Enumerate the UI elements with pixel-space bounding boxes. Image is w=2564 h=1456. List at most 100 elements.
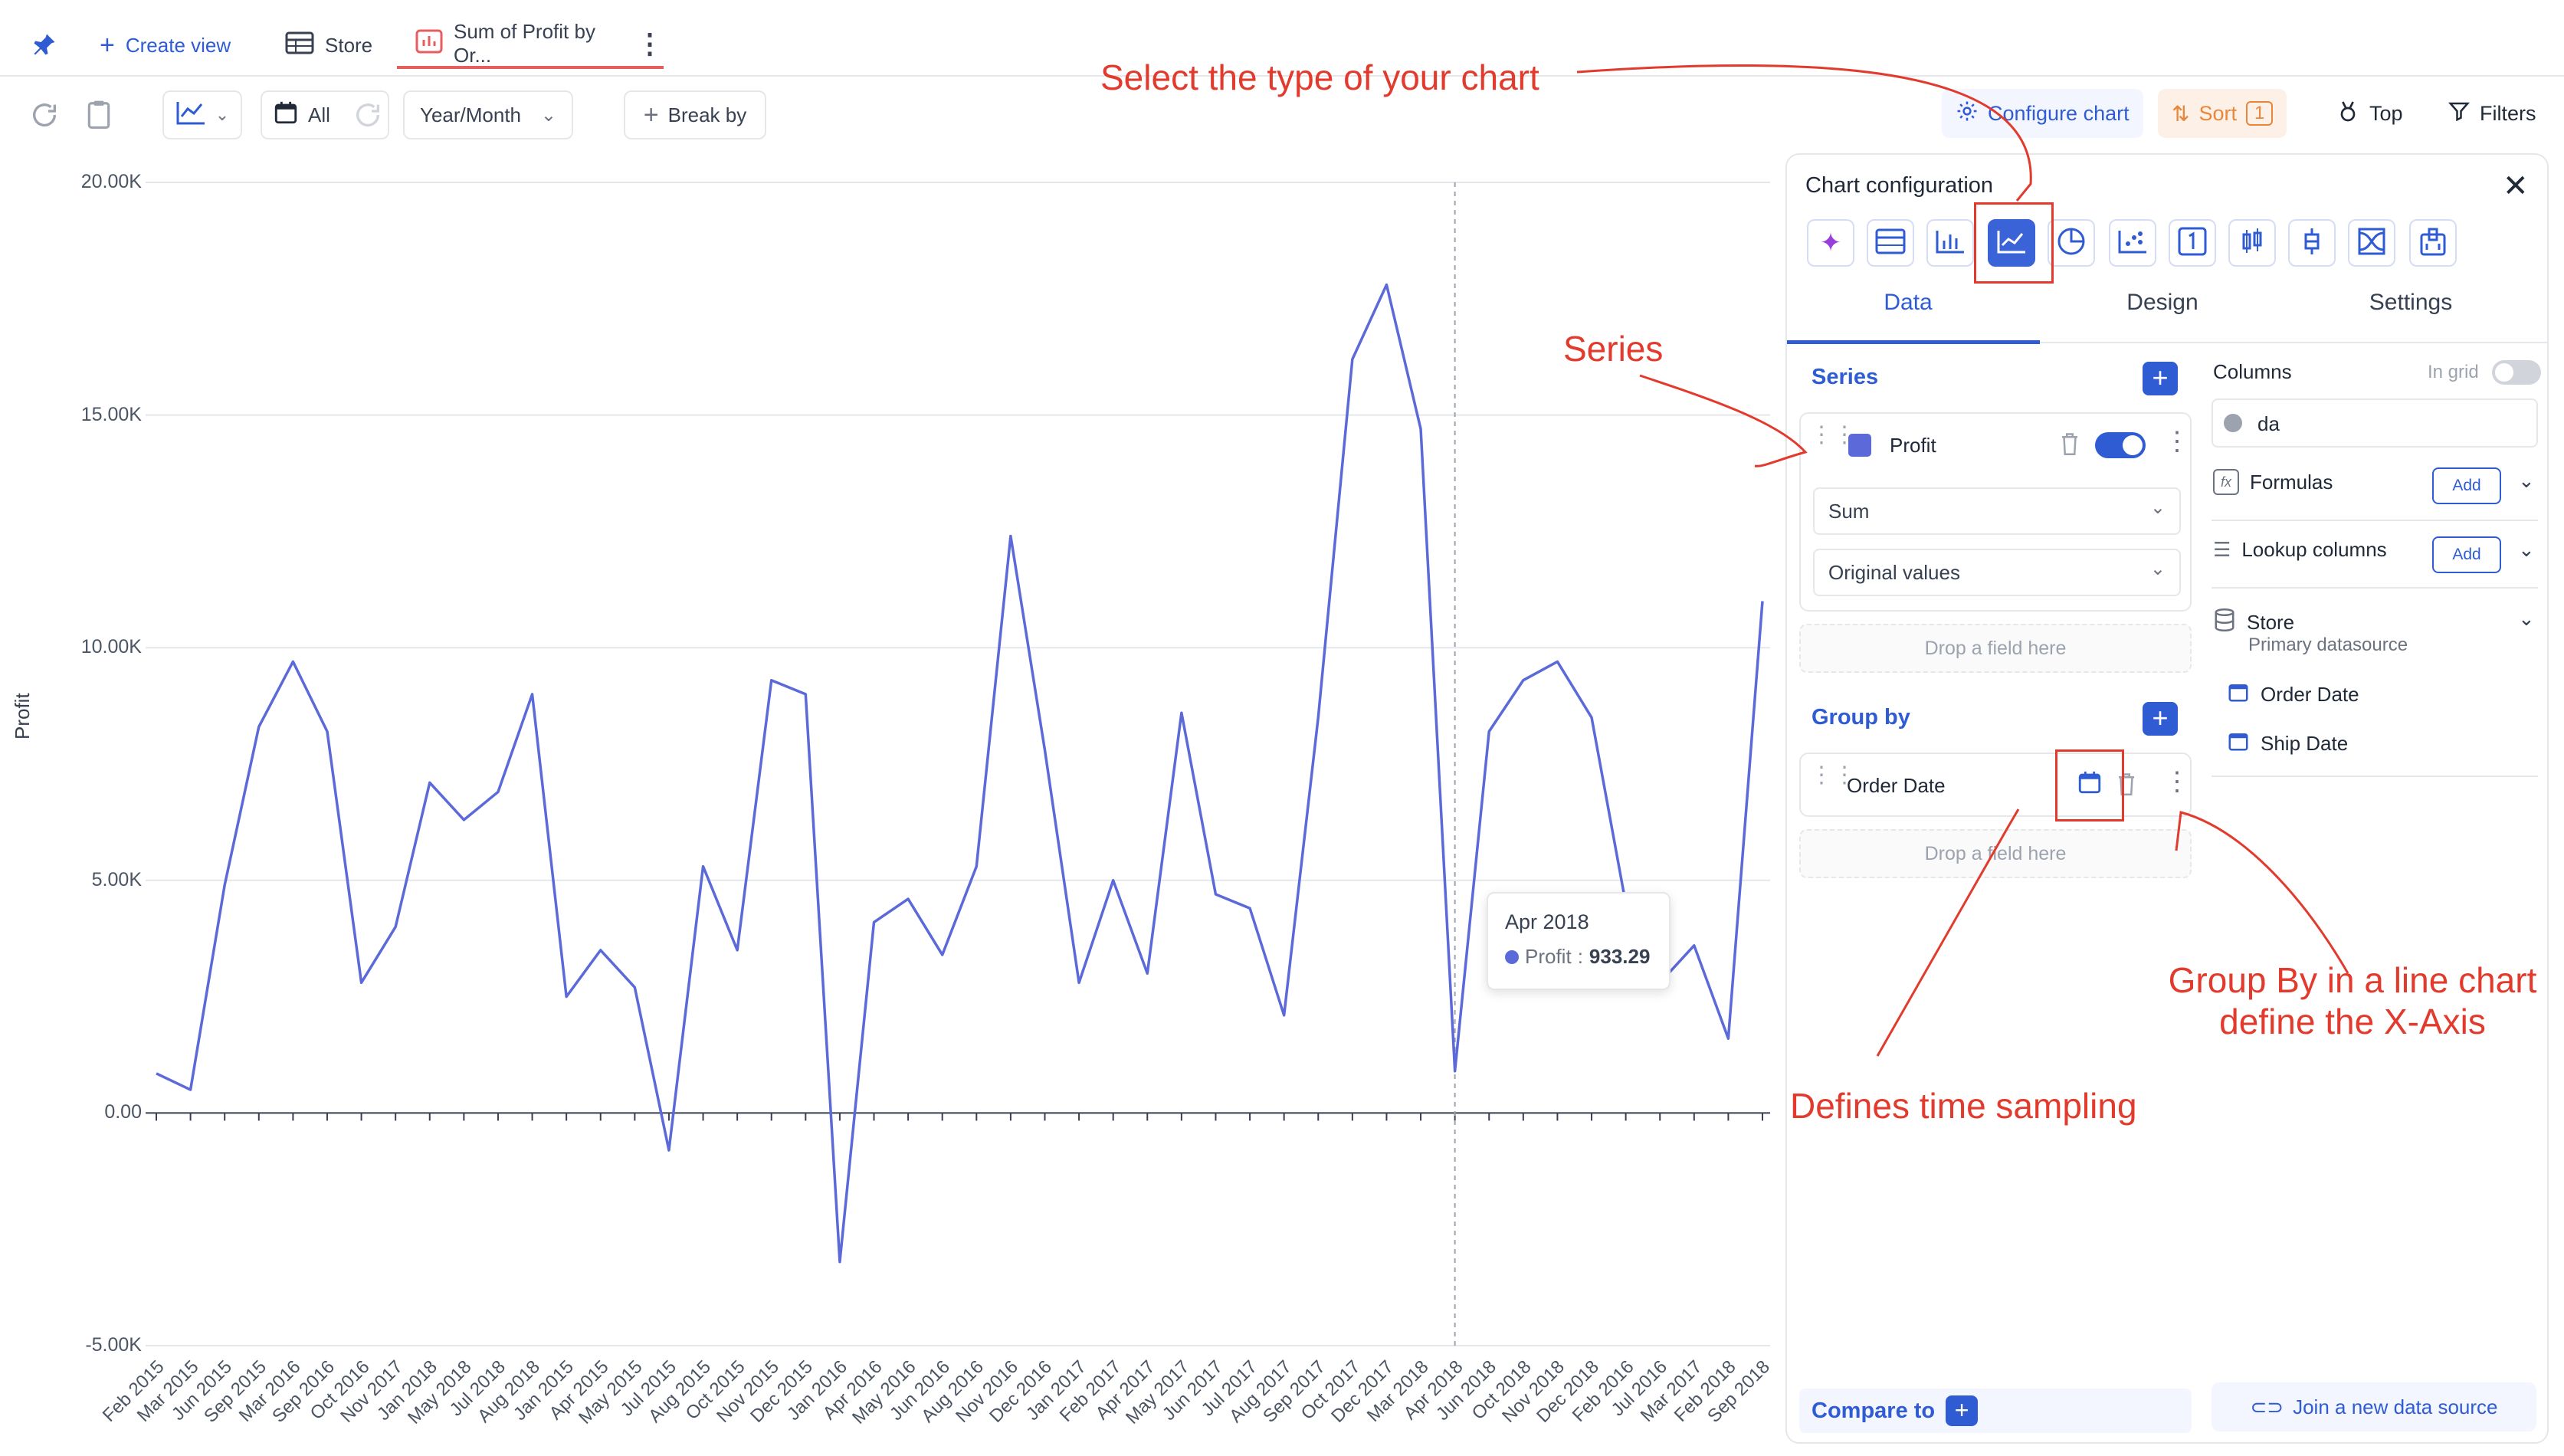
trash-icon[interactable] (2058, 431, 2081, 461)
chart-type-pie[interactable] (2048, 219, 2095, 267)
tab-settings[interactable]: Settings (2296, 290, 2526, 316)
chart-type-map[interactable] (2409, 219, 2457, 267)
sort-button[interactable]: ⇅ Sort 1 (2158, 89, 2287, 138)
aggregation-select[interactable]: Sum ⌄ (1813, 487, 2181, 535)
add-group-by-button[interactable]: + (2143, 702, 2178, 736)
bar-chart-icon (1935, 228, 1966, 258)
candlestick-icon (2238, 227, 2267, 260)
values-mode-value: Original values (1828, 560, 1960, 584)
line-chart (146, 182, 1770, 1346)
add-formula-button[interactable]: Add (2432, 467, 2501, 504)
series-dot (1505, 949, 1519, 964)
filters-button[interactable]: Filters (2434, 89, 2550, 138)
tab-data[interactable]: Data (1793, 290, 2023, 316)
gear-icon (1956, 100, 1979, 128)
compare-to-label: Compare to (1812, 1398, 1936, 1423)
chart-type-scatter[interactable] (2109, 219, 2156, 267)
divider (2212, 587, 2538, 589)
series-name: Profit (1890, 434, 1936, 457)
chevron-down-icon[interactable]: ⌄ (2518, 538, 2535, 562)
lookup-columns-row[interactable]: ☰ Lookup columns (2213, 538, 2387, 562)
chart-type-ai[interactable]: ✦ (1807, 219, 1854, 267)
chart-type-boxplot[interactable] (2288, 219, 2336, 267)
number-one-icon (2178, 227, 2207, 260)
chart-type-candlestick[interactable] (2228, 219, 2276, 267)
toggle-knob (2123, 435, 2143, 455)
values-mode-select[interactable]: Original values ⌄ (1813, 549, 2181, 596)
tab-design[interactable]: Design (2048, 290, 2277, 316)
series-visibility-toggle[interactable] (2095, 432, 2146, 458)
filter-icon (2448, 100, 2471, 128)
chart-type-bar[interactable] (1926, 219, 1974, 267)
chevron-down-icon: ⌄ (2149, 559, 2166, 579)
lookup-icon: ☰ (2213, 538, 2231, 561)
join-data-source-label: Join a new data source (2293, 1395, 2498, 1418)
sankey-icon (2357, 227, 2386, 260)
formulas-label: Formulas (2250, 470, 2333, 494)
building-chart-icon (2418, 227, 2448, 260)
add-lookup-button[interactable]: Add (2432, 536, 2501, 573)
datasource-subtitle: Primary datasource (2248, 635, 2408, 655)
chevron-down-icon[interactable]: ⌄ (2518, 469, 2535, 493)
series-label: Series (1812, 365, 1879, 389)
column-search-input[interactable]: da (2212, 398, 2538, 448)
configure-chart-button[interactable]: Configure chart (1942, 89, 2143, 138)
highlight-line-chart-type (1974, 202, 2054, 284)
datasource-row[interactable]: Store (2213, 607, 2294, 638)
divider (2212, 520, 2538, 521)
link-icon: ⊂⊃ (2250, 1395, 2284, 1418)
field-order-date[interactable]: Order Date (2227, 680, 2359, 709)
chevron-down-icon[interactable]: ⌄ (2518, 607, 2535, 631)
field-label: Ship Date (2261, 732, 2349, 755)
series-line-profit[interactable] (156, 283, 1764, 1264)
sparkles-icon: ✦ (1819, 228, 1842, 257)
add-series-button[interactable]: + (2143, 362, 2178, 395)
series-drop-zone[interactable]: Drop a field here (1799, 624, 2192, 673)
series-card: ⋮⋮ Profit ⋮ Sum ⌄ Original values ⌄ (1799, 412, 2192, 612)
tooltip-row: Profit: 933.29 (1505, 945, 1652, 969)
add-compare-button[interactable]: + (1946, 1395, 1979, 1426)
table-icon (1875, 228, 1906, 258)
formulas-row[interactable]: fx Formulas (2213, 469, 2333, 495)
top-button[interactable]: Top (2322, 89, 2417, 138)
field-label: Order Date (2261, 683, 2359, 706)
sort-count-badge: 1 (2246, 101, 2274, 126)
group-by-drop-zone[interactable]: Drop a field here (1799, 829, 2192, 878)
field-ship-date[interactable]: Ship Date (2227, 730, 2348, 758)
series-color-swatch[interactable] (1848, 434, 1871, 457)
close-icon[interactable]: ✕ (2503, 169, 2529, 204)
annotation-group-by-line2: define the X-Axis (2219, 1002, 2486, 1041)
in-grid-label: In grid (2428, 362, 2479, 382)
sort-label: Sort (2198, 101, 2237, 125)
aggregation-value: Sum (1828, 499, 1870, 523)
join-data-source-button[interactable]: ⊂⊃ Join a new data source (2212, 1382, 2536, 1431)
in-grid-toggle[interactable] (2492, 360, 2541, 385)
toggle-knob (2495, 363, 2513, 382)
annotation-group-by: Group By in a line chart define the X-Ax… (2161, 959, 2544, 1042)
columns-label: Columns (2213, 360, 2292, 383)
group-by-field: Order Date (1847, 774, 1946, 797)
annotation-chart-type: Select the type of your chart (1100, 57, 1539, 97)
tooltip-colon: : (1577, 945, 1583, 968)
more-vertical-icon[interactable]: ⋮ (2164, 426, 2190, 457)
more-vertical-icon[interactable]: ⋮ (2164, 766, 2190, 797)
chevron-down-icon: ⌄ (2149, 497, 2166, 518)
search-icon (2224, 414, 2242, 432)
chart-type-table[interactable] (1867, 219, 1914, 267)
compare-to-row[interactable]: Compare to + (1799, 1389, 2192, 1433)
chart-configuration-panel: Chart configuration ✕ ✦ Data Design Sett… (1785, 153, 2549, 1444)
annotation-series: Series (1563, 329, 1664, 369)
boxplot-icon (2297, 227, 2326, 260)
medal-icon (2336, 99, 2360, 129)
top-label: Top (2369, 101, 2403, 125)
panel-title: Chart configuration (1805, 173, 1994, 198)
annotation-group-by-line1: Group By in a line chart (2168, 960, 2537, 1000)
annotation-time-sampling: Defines time sampling (1790, 1086, 2137, 1126)
chart-type-kpi[interactable] (2169, 219, 2216, 267)
chart-type-sankey[interactable] (2348, 219, 2395, 267)
tooltip-value: 933.29 (1589, 945, 1651, 968)
database-icon (2213, 607, 2236, 638)
group-by-card: ⋮⋮ Order Date ⋮ (1799, 753, 2192, 817)
column-search-value: da (2257, 412, 2280, 435)
divider (2212, 776, 2538, 777)
